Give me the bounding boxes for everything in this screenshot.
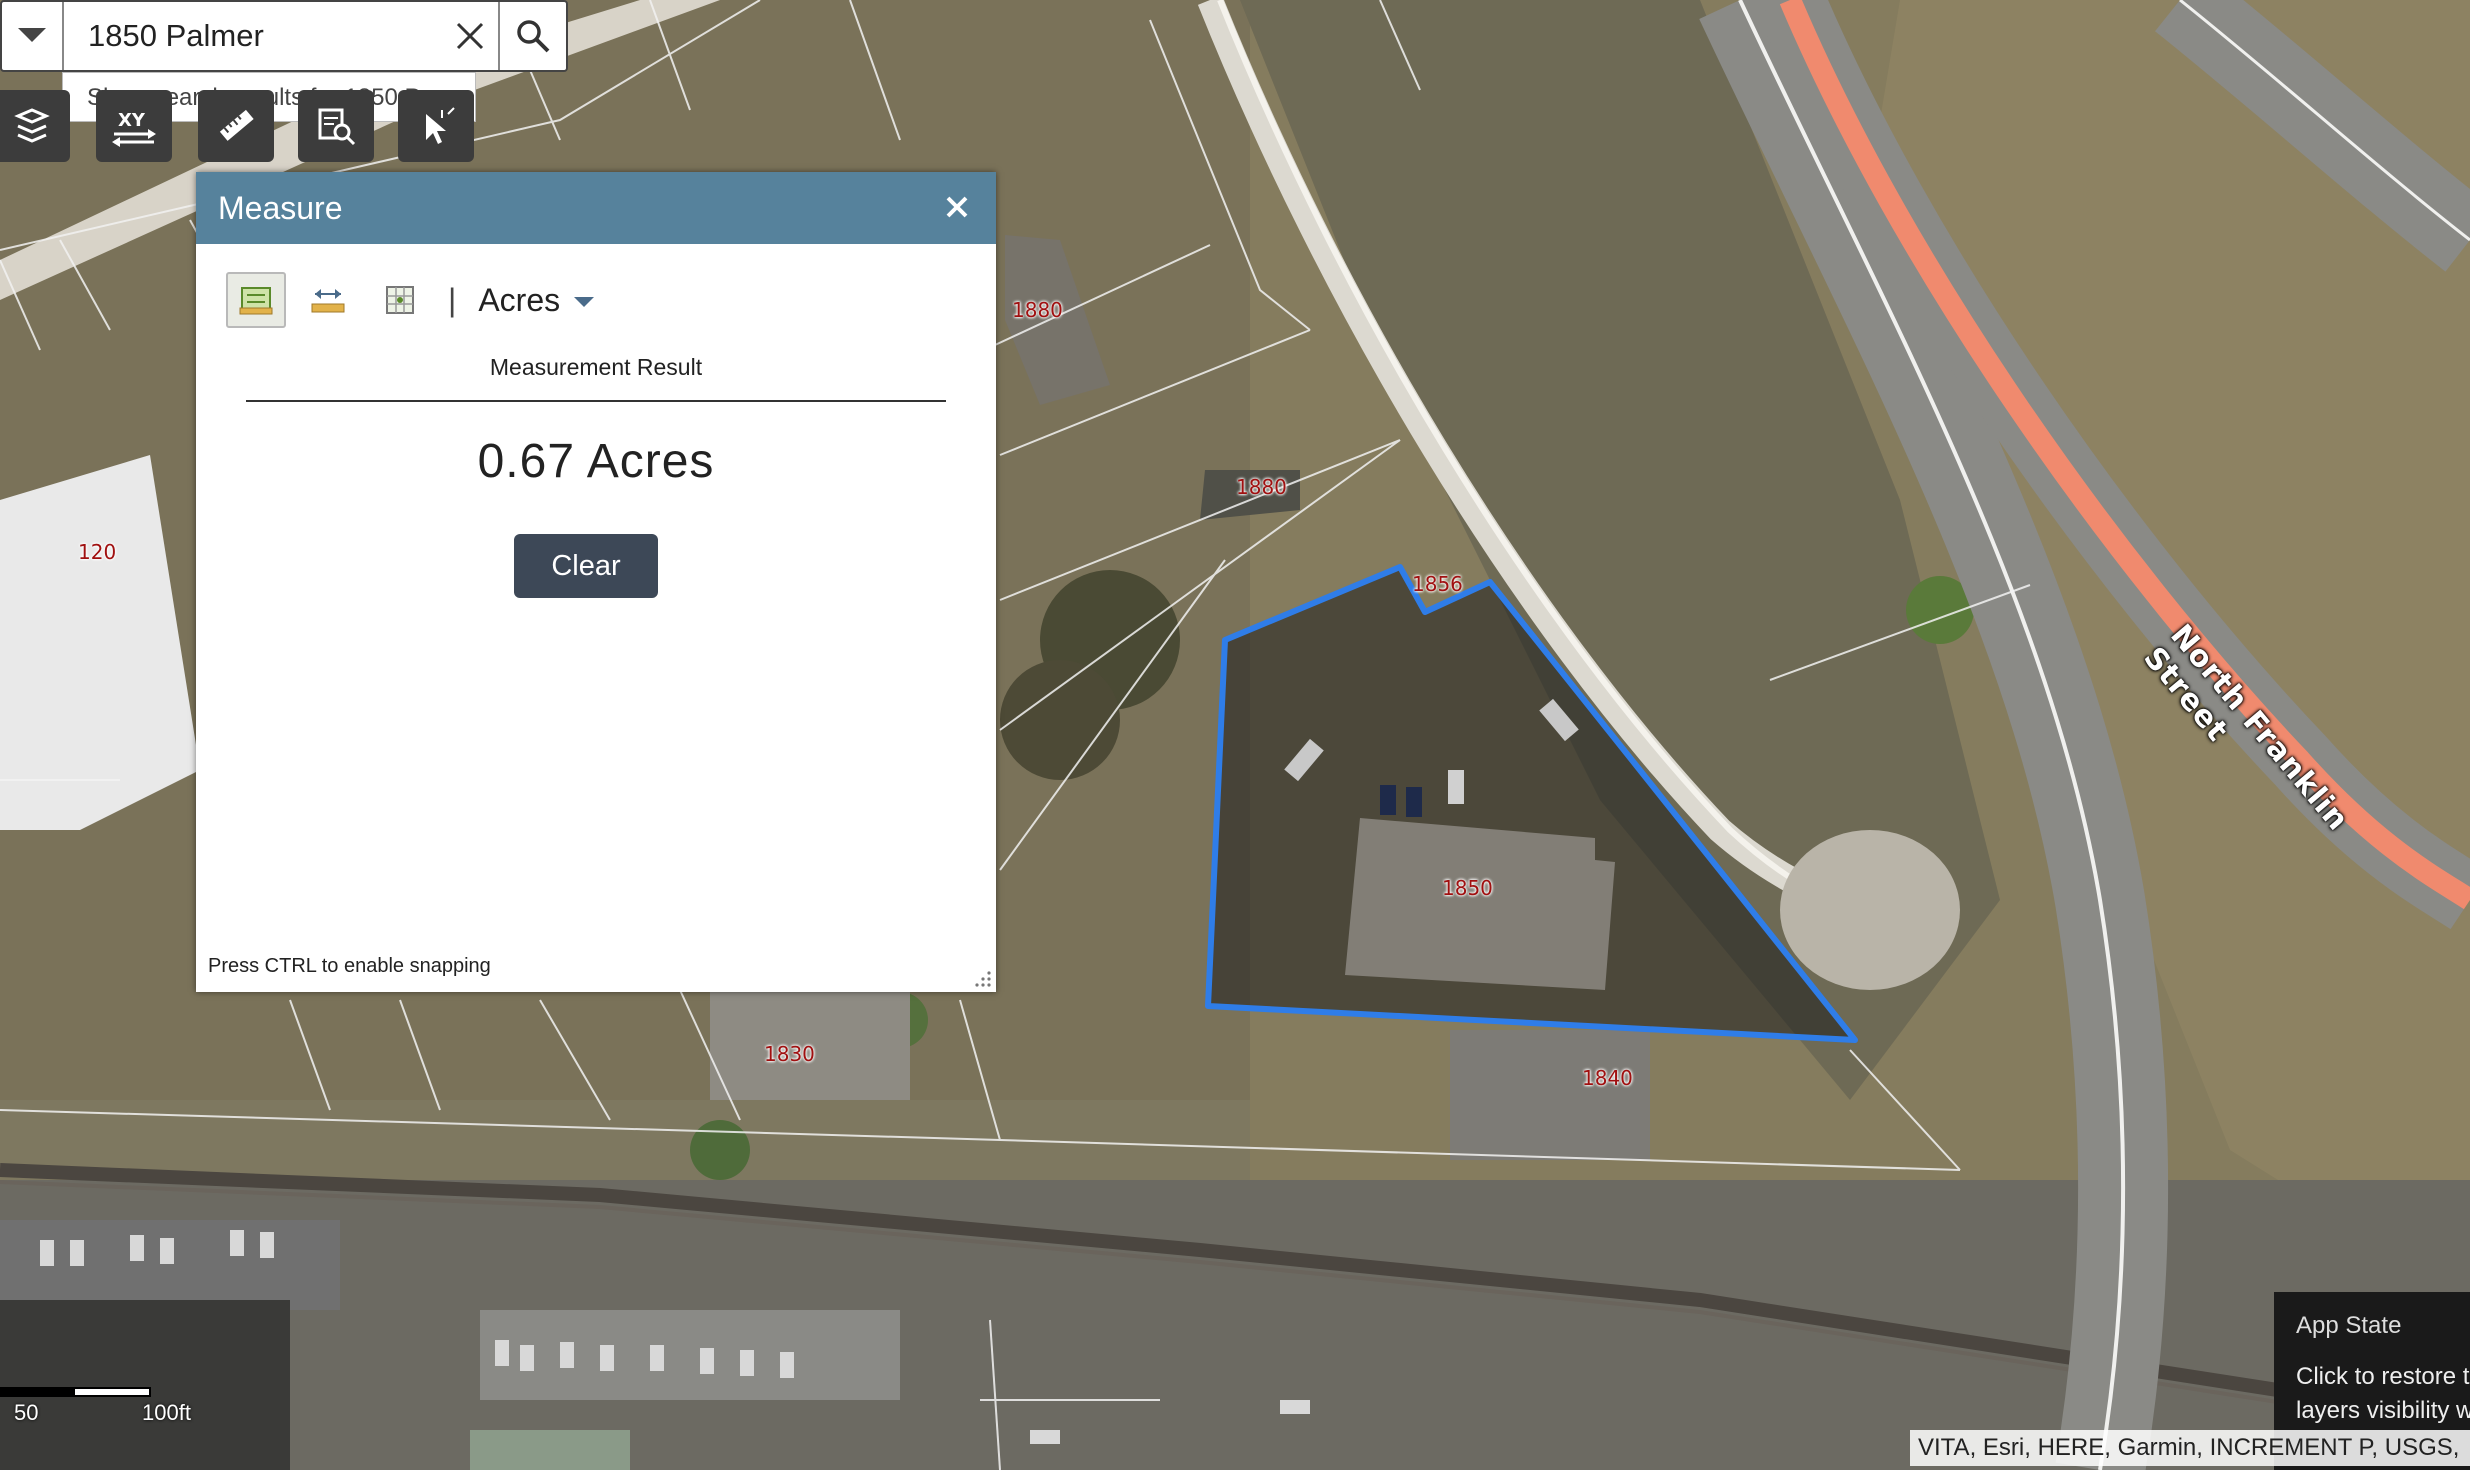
snapping-hint: Press CTRL to enable snapping [208, 955, 491, 977]
chevron-down-icon [18, 28, 46, 42]
area-measure-icon [239, 287, 273, 315]
parcel-label-1840: 1840 [1582, 1066, 1633, 1090]
result-title: Measurement Result [489, 354, 703, 380]
measure-header: Measure [196, 172, 996, 244]
select-button[interactable] [398, 90, 474, 162]
search-by-attribute-icon [318, 108, 356, 146]
search-input[interactable]: 1850 Palmer [64, 2, 500, 70]
app-state-line-1: Click to restore t [2296, 1363, 2470, 1390]
parcel-label-1880: 1880 [1012, 298, 1063, 322]
measure-title: Measure [218, 189, 343, 226]
parcel-label-1880-b: 1880 [1236, 475, 1287, 499]
xy-coordinates-icon: XY [112, 110, 156, 147]
search-button[interactable] [500, 2, 566, 70]
unit-label: Acres [478, 281, 561, 318]
resize-grip-icon[interactable] [974, 970, 992, 988]
query-button[interactable] [298, 90, 374, 162]
select-cursor-icon [426, 107, 455, 144]
clear-button[interactable]: Clear [514, 534, 658, 598]
measurement-value: 0.67 Acres [477, 435, 715, 488]
search-icon [517, 20, 550, 53]
divider [246, 400, 946, 402]
search-input-value: 1850 Palmer [88, 18, 264, 53]
parcel-label-1850: 1850 [1442, 876, 1493, 900]
parcel-label-120: 120 [78, 540, 117, 564]
app-state-line-2: layers visibility w [2296, 1397, 2470, 1424]
xy-coordinates-button[interactable]: XY [96, 90, 172, 162]
location-grid-icon [386, 286, 414, 314]
distance-measure-icon [311, 289, 345, 313]
distance-tool-button[interactable] [298, 272, 358, 328]
parcel-label-1830: 1830 [764, 1042, 815, 1066]
map-attribution: VITA, Esri, HERE, Garmin, INCREMENT P, U… [1910, 1430, 2470, 1466]
scale-label-50: 50 [14, 1400, 39, 1425]
location-tool-button[interactable] [370, 272, 430, 328]
area-tool-button[interactable] [226, 272, 286, 328]
close-icon[interactable] [944, 194, 970, 220]
app-state-title: App State [2296, 1312, 2402, 1339]
unit-selector[interactable]: | Acres [448, 281, 595, 319]
scale-bar: 50 100ft [0, 1384, 191, 1444]
clear-search-icon[interactable] [450, 16, 490, 56]
map-layers-icon [14, 108, 50, 143]
search-source-dropdown[interactable] [2, 2, 64, 70]
layers-button[interactable] [0, 90, 70, 162]
measure-panel: Measure | Acres Measurement Result 0.67 … [196, 172, 996, 992]
measure-tool-button[interactable] [198, 90, 274, 162]
svg-text:XY: XY [118, 110, 146, 131]
scale-label-100ft: 100ft [142, 1400, 191, 1425]
ruler-icon [219, 109, 254, 141]
parcel-label-1856: 1856 [1412, 572, 1463, 596]
caret-down-icon [574, 297, 595, 307]
search-widget: 1850 Palmer [0, 0, 568, 72]
measure-tools: | Acres [226, 272, 595, 328]
unit-separator: | [448, 281, 457, 318]
